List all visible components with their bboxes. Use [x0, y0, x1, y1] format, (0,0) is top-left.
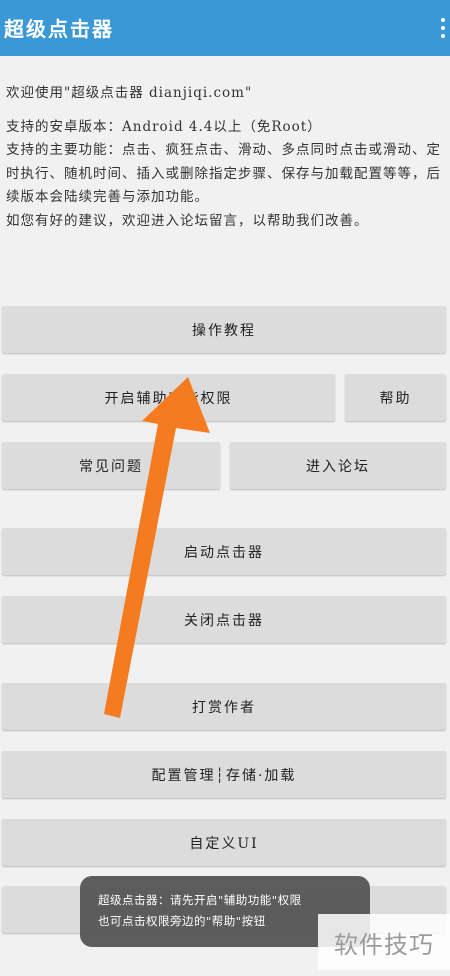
intro-text: 欢迎使用"超级点击器 dianjiqi.com" 支持的安卓版本：Android… — [6, 82, 442, 233]
welcome-text: 欢迎使用"超级点击器 dianjiqi.com" — [6, 85, 253, 101]
toast-line-1: 超级点击器：请先开启"辅助功能"权限 — [98, 893, 302, 907]
forum-button[interactable]: 进入论坛 — [230, 442, 446, 489]
watermark: 软件技巧 — [318, 914, 450, 970]
features-text: 支持的主要功能：点击、疯狂点击、滑动、多点同时点击或滑动、定时执行、随机时间、插… — [6, 142, 441, 205]
app-bar: 超级点击器 — [0, 0, 450, 56]
enable-accessibility-button[interactable]: 开启辅助功能权限 — [2, 374, 335, 421]
more-vertical-icon[interactable] — [436, 10, 450, 46]
config-manage-button[interactable]: 配置管理┆存储·加载 — [2, 751, 446, 798]
tip-author-button[interactable]: 打赏作者 — [2, 683, 446, 730]
tutorial-button[interactable]: 操作教程 — [2, 306, 446, 353]
start-clicker-button[interactable]: 启动点击器 — [2, 528, 446, 575]
faq-button[interactable]: 常见问题 — [2, 442, 220, 489]
custom-ui-button[interactable]: 自定义UI — [2, 819, 446, 866]
help-button[interactable]: 帮助 — [345, 374, 446, 421]
suggestion-text: 如您有好的建议，欢迎进入论坛留言，以帮助我们改善。 — [6, 212, 369, 229]
stop-clicker-button[interactable]: 关闭点击器 — [2, 596, 446, 643]
app-title: 超级点击器 — [4, 17, 114, 41]
supported-version-text: 支持的安卓版本：Android 4.4以上（免Root） — [6, 118, 322, 135]
